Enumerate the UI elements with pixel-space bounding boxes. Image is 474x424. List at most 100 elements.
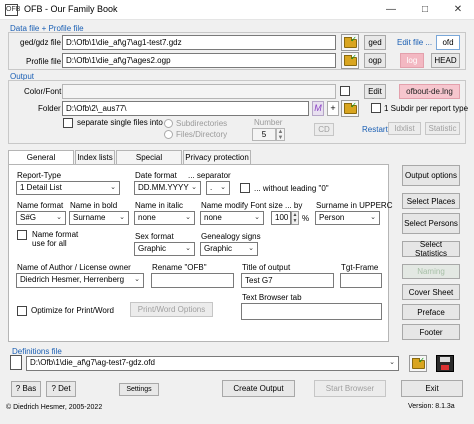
subdir-checkbox[interactable] <box>371 103 381 113</box>
edit-file-link[interactable]: Edit file ... <box>397 38 432 47</box>
select-places-button[interactable]: Select Places <box>402 193 460 209</box>
name-format-all-checkbox[interactable] <box>17 230 27 240</box>
chevron-down-icon: ⌄ <box>134 276 140 283</box>
name-italic-select[interactable]: none ⌄ <box>134 211 195 225</box>
create-output-button[interactable]: Create Output <box>222 380 295 397</box>
maximize-icon[interactable]: □ <box>410 2 440 18</box>
tab-privacy-protection[interactable]: Privacy protection <box>183 150 251 164</box>
bas-label: Bas <box>22 384 37 393</box>
ged-label: ged/gdz file <box>20 38 61 47</box>
tab-index-lists[interactable]: Index lists <box>75 150 115 164</box>
optimize-label: Optimize for Print/Word <box>31 306 114 315</box>
folder-open-button[interactable]: ✓ <box>341 100 359 117</box>
select-statistics-button[interactable]: Select Statistics <box>402 240 460 258</box>
author-value: Diedrich Hesmer, Herrenberg <box>20 275 125 284</box>
minimize-icon[interactable]: — <box>376 2 406 18</box>
title-output-label: Title of output <box>242 263 291 272</box>
ofd-button[interactable]: ofd <box>436 35 460 50</box>
name-bold-select[interactable]: Surname ⌄ <box>69 211 129 225</box>
chevron-down-icon: ⌄ <box>248 245 254 252</box>
separate-label: separate single files into <box>77 118 163 127</box>
footer-button[interactable]: Footer <box>402 324 460 340</box>
cover-sheet-button[interactable]: Cover Sheet <box>402 284 460 300</box>
surname-upper-select[interactable]: Person ⌄ <box>315 211 380 225</box>
modify-font-select[interactable]: none ⌄ <box>200 211 264 225</box>
title-output-field[interactable]: Test G7 <box>241 273 334 288</box>
date-format-select[interactable]: DD.MM.YYYY ⌄ <box>134 181 201 195</box>
text-browser-field[interactable] <box>241 303 382 320</box>
version-text: Version: 8.1.3a <box>408 403 455 410</box>
chevron-down-icon: ⌄ <box>185 214 191 221</box>
chevron-down-icon: ⌄ <box>389 359 395 366</box>
naming-button[interactable]: Naming <box>402 264 460 279</box>
idxlist-button[interactable]: Idxlist <box>388 122 421 135</box>
modify-font-label: Name modify Font size ... by <box>201 201 303 210</box>
chevron-down-icon: ⌄ <box>110 184 116 191</box>
select-persons-button[interactable]: Select Persons <box>402 213 460 234</box>
ogp-button[interactable]: ogp <box>364 53 386 68</box>
number-spinner-icon[interactable]: ▲ ▼ <box>276 128 285 141</box>
rename-ofb-field[interactable] <box>151 273 234 288</box>
start-browser-button[interactable]: Start Browser <box>314 380 386 397</box>
tab-special-characters[interactable]: Special characters <box>116 150 182 175</box>
optimize-checkbox[interactable] <box>17 306 27 316</box>
sex-format-select[interactable]: Graphic ⌄ <box>134 242 195 256</box>
definitions-file-select[interactable]: D:\Ofb\1\die_af\g7\ag-test7-gdz.ofd ⌄ <box>26 356 399 371</box>
date-format-label: Date format <box>135 171 177 180</box>
without-leading-checkbox[interactable] <box>240 183 250 193</box>
subdirectories-radio[interactable] <box>164 119 173 128</box>
head-button[interactable]: HEAD <box>431 53 460 68</box>
name-bold-label: Name in bold <box>70 201 118 210</box>
print-options-button[interactable]: Print/Word Options <box>130 302 213 317</box>
preface-button[interactable]: Preface <box>402 304 460 320</box>
settings-button[interactable]: Settings <box>119 383 159 396</box>
files-directory-label: Files/Directory <box>176 130 228 139</box>
profile-file-field[interactable]: D:\Ofb\1\die_af\g7\ages2.ogp <box>62 53 336 68</box>
output-options-button[interactable]: Output options <box>402 165 460 186</box>
font-size-field[interactable]: 100 <box>271 211 291 225</box>
close-icon[interactable]: ✕ <box>443 2 473 18</box>
log-button[interactable]: log <box>400 53 424 68</box>
chevron-down-icon: ⌄ <box>220 184 226 191</box>
name-italic-value: none <box>138 213 156 222</box>
color-edit-button[interactable]: Edit <box>364 84 386 99</box>
language-file-button[interactable]: ofbout-de.lng <box>399 84 460 99</box>
genealogy-signs-select[interactable]: Graphic ⌄ <box>200 242 258 256</box>
folder-field[interactable]: D:\Ofb\2\_aus77\ <box>62 101 309 116</box>
save-icon[interactable] <box>436 355 454 372</box>
bas-button[interactable]: ? Bas <box>11 381 41 397</box>
files-directory-radio[interactable] <box>164 130 173 139</box>
profile-open-button[interactable]: ✓ <box>341 52 359 69</box>
chevron-down-icon: ⌄ <box>119 214 125 221</box>
color-font-checkbox[interactable] <box>340 86 350 96</box>
ged-file-field[interactable]: D:\Ofb\1\die_af\g7\ag1-test7.gdz <box>62 35 336 50</box>
tgt-frame-field[interactable] <box>340 273 382 288</box>
det-button[interactable]: ? Det <box>46 381 76 397</box>
surname-upper-value: Person <box>319 213 345 222</box>
genealogy-signs-value: Graphic <box>204 244 233 253</box>
separator-label: ... separator <box>188 171 231 180</box>
definitions-open-button[interactable]: ✓ <box>409 355 427 372</box>
statistic-button[interactable]: Statistic <box>425 122 460 135</box>
report-type-select[interactable]: 1 Detail List ⌄ <box>16 181 120 195</box>
text-browser-label: Text Browser tab <box>242 293 302 302</box>
cd-button[interactable]: CD <box>314 123 334 136</box>
separate-checkbox[interactable] <box>63 118 73 128</box>
window-title: OFB - Our Family Book <box>24 4 118 14</box>
ged-button[interactable]: ged <box>364 35 386 50</box>
color-font-field[interactable] <box>62 84 336 99</box>
multi-folder-icon[interactable]: M <box>312 101 324 116</box>
tab-general-definitions[interactable]: General definitions <box>8 150 74 175</box>
name-format-select[interactable]: S#G ⌄ <box>16 211 66 225</box>
exit-button[interactable]: Exit <box>401 380 463 397</box>
new-file-icon[interactable] <box>10 355 22 370</box>
report-type-value: 1 Detail List <box>20 183 62 192</box>
number-field[interactable]: 5 <box>252 128 276 141</box>
ged-open-button[interactable]: ✓ <box>341 34 359 51</box>
author-select[interactable]: Diedrich Hesmer, Herrenberg ⌄ <box>16 273 144 288</box>
add-folder-icon[interactable]: + <box>327 101 339 116</box>
separator-select[interactable]: . ⌄ <box>206 181 230 195</box>
name-format-value: S#G <box>20 213 37 222</box>
font-size-spinner-icon[interactable]: ▲ ▼ <box>291 211 299 225</box>
copyright-text: © Diedrich Hesmer, 2005-2022 <box>6 404 103 411</box>
